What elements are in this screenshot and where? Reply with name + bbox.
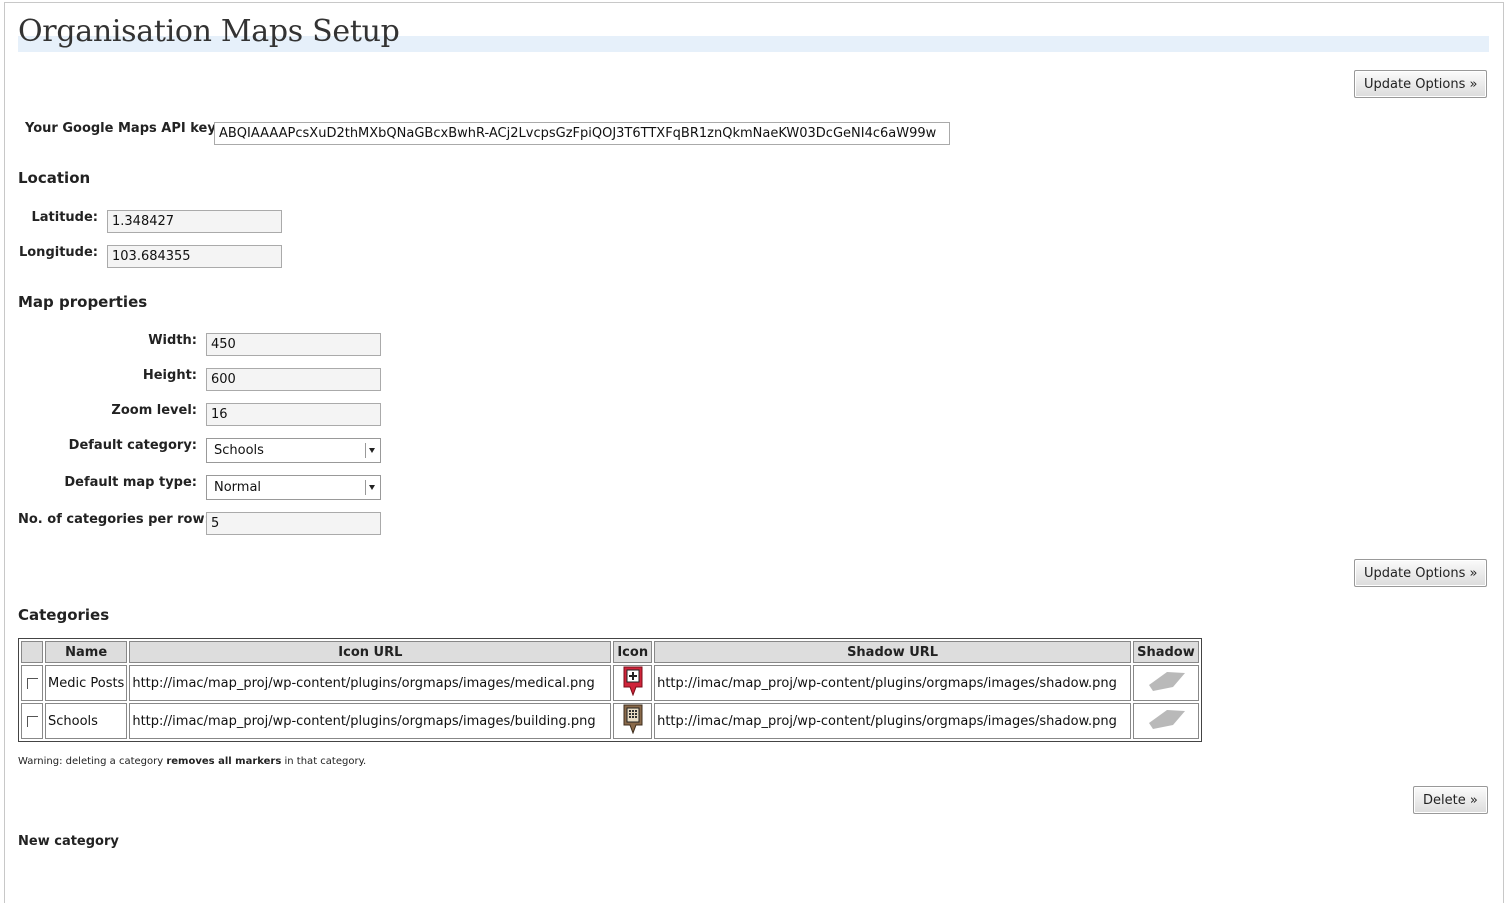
categories-heading: Categories <box>18 606 110 624</box>
category-shadow-cell <box>1133 665 1199 701</box>
default-map-type-value: Normal <box>214 480 262 495</box>
height-input[interactable]: 600 <box>206 368 381 391</box>
categories-per-row-input[interactable]: 5 <box>206 512 381 535</box>
row-checkbox-cell <box>21 703 43 739</box>
zoom-level-input[interactable]: 16 <box>206 403 381 426</box>
width-input[interactable]: 450 <box>206 333 381 356</box>
latitude-input[interactable]: 1.348427 <box>107 210 282 233</box>
update-options-button-bottom[interactable]: Update Options » <box>1354 559 1488 587</box>
longitude-label: Longitude: <box>18 245 98 260</box>
column-header-icon-url: Icon URL <box>129 641 612 663</box>
categories-per-row-label: No. of categories per row: <box>18 512 210 527</box>
marker-shadow-icon <box>1148 710 1185 729</box>
api-key-input[interactable]: ABQIAAAAPcsXuD2thMXbQNaGBcxBwhR-ACj2Lvcp… <box>214 122 950 145</box>
category-icon-url: http://imac/map_proj/wp-content/plugins/… <box>129 665 612 701</box>
column-header-shadow-url: Shadow URL <box>654 641 1132 663</box>
latitude-label: Latitude: <box>31 210 98 225</box>
dropdown-arrow-icon <box>365 443 377 458</box>
row-checkbox-cell <box>21 665 43 701</box>
column-header-name: Name <box>45 641 128 663</box>
column-header-icon: Icon <box>613 641 653 663</box>
category-icon-url: http://imac/map_proj/wp-content/plugins/… <box>129 703 612 739</box>
category-name: Medic Posts <box>45 665 128 701</box>
default-map-type-select[interactable]: Normal <box>206 475 381 500</box>
marker-shadow-icon <box>1148 672 1185 691</box>
row-checkbox[interactable] <box>27 677 38 689</box>
dropdown-arrow-icon <box>365 480 377 495</box>
table-row: Medic Posts http://imac/map_proj/wp-cont… <box>21 665 1199 701</box>
medical-marker-icon <box>623 666 643 697</box>
default-map-type-label: Default map type: <box>64 475 197 490</box>
category-icon-cell <box>613 665 653 701</box>
update-options-button-top[interactable]: Update Options » <box>1354 70 1488 98</box>
select-column-header <box>21 641 43 663</box>
api-key-label: Your Google Maps API key: <box>25 121 221 136</box>
column-header-shadow: Shadow <box>1133 641 1199 663</box>
table-row: Schools http://imac/map_proj/wp-content/… <box>21 703 1199 739</box>
category-shadow-cell <box>1133 703 1199 739</box>
default-category-value: Schools <box>214 443 264 458</box>
table-header-row: Name Icon URL Icon Shadow URL Shadow <box>21 641 1199 663</box>
category-shadow-url: http://imac/map_proj/wp-content/plugins/… <box>654 703 1132 739</box>
delete-warning: Warning: deleting a category removes all… <box>18 756 367 767</box>
category-shadow-url: http://imac/map_proj/wp-content/plugins/… <box>654 665 1132 701</box>
default-category-label: Default category: <box>68 438 197 453</box>
category-name: Schools <box>45 703 128 739</box>
location-heading: Location <box>18 169 91 187</box>
row-checkbox[interactable] <box>27 715 38 727</box>
zoom-level-label: Zoom level: <box>111 403 197 418</box>
longitude-input[interactable]: 103.684355 <box>107 245 282 268</box>
delete-button[interactable]: Delete » <box>1413 786 1488 814</box>
category-icon-cell <box>613 703 653 739</box>
default-category-select[interactable]: Schools <box>206 438 381 463</box>
height-label: Height: <box>142 368 197 383</box>
map-properties-heading: Map properties <box>18 293 148 311</box>
page-title: Organisation Maps Setup <box>18 14 400 49</box>
building-marker-icon <box>623 704 643 735</box>
width-label: Width: <box>148 333 197 348</box>
categories-table: Name Icon URL Icon Shadow URL Shadow Med… <box>18 638 1202 742</box>
